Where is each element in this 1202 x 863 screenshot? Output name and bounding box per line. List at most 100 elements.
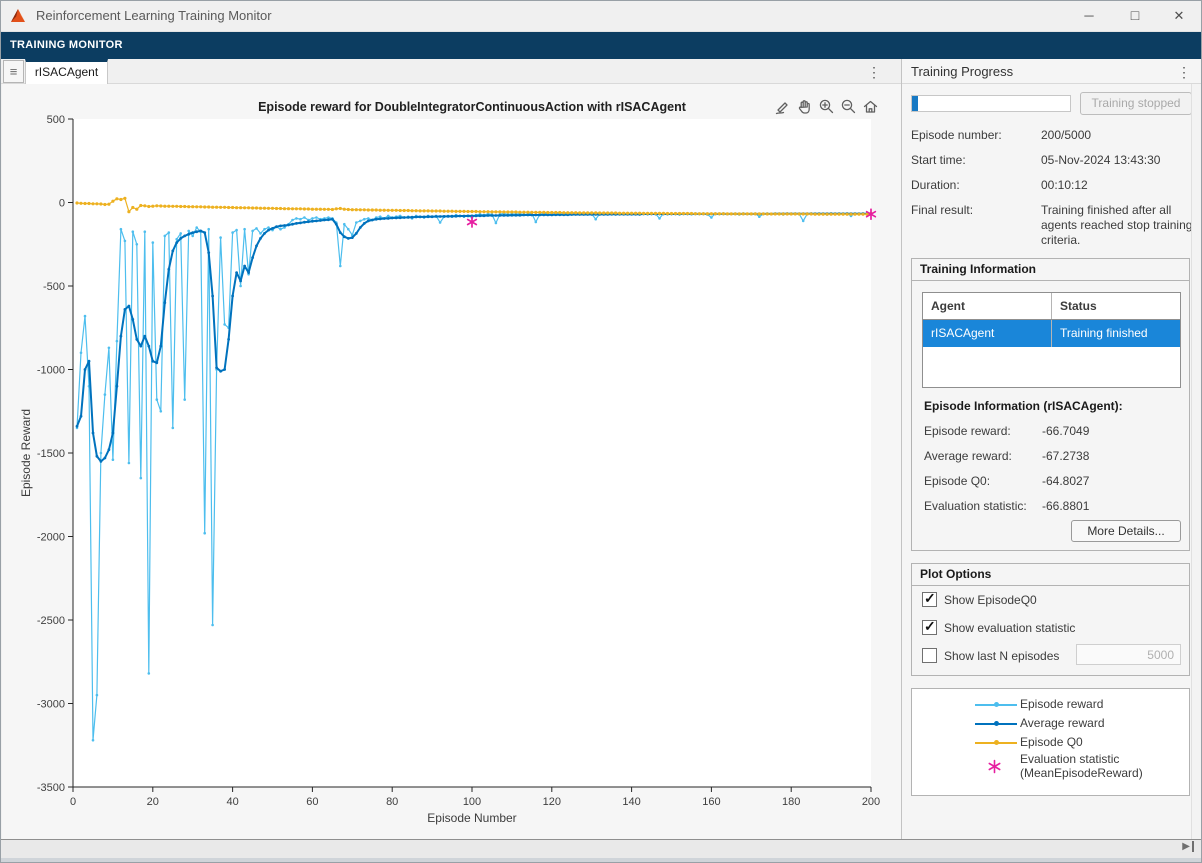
show-evaluation-statistic-label: Show evaluation statistic	[944, 621, 1075, 635]
pan-icon[interactable]	[795, 96, 814, 116]
svg-text:180: 180	[782, 796, 800, 808]
zoom-in-icon[interactable]	[817, 96, 836, 116]
episode-information-title: Episode Information (rISACAgent):	[924, 399, 1123, 413]
panel-scrollbar[interactable]	[1191, 84, 1202, 839]
start-time-label: Start time:	[911, 153, 1037, 167]
document-actions-kebab-icon[interactable]: ⋮	[865, 61, 883, 83]
close-button[interactable]: ✕	[1162, 0, 1196, 31]
legend-label: Episode Q0	[1020, 735, 1083, 749]
svg-text:60: 60	[306, 796, 318, 808]
ribbon-tab-training-monitor[interactable]: TRAINING MONITOR	[10, 32, 123, 59]
tab-label: rISACAgent	[35, 65, 98, 79]
legend-item-episode-reward: Episode reward	[912, 697, 1189, 713]
svg-text:120: 120	[543, 796, 561, 808]
minimize-button[interactable]: ─	[1072, 0, 1106, 31]
home-icon[interactable]	[861, 96, 880, 116]
training-information-title: Training Information	[912, 259, 1189, 281]
show-episodeq0-label: Show EpisodeQ0	[944, 593, 1037, 607]
episode-q0-label: Episode Q0:	[924, 474, 990, 488]
episode-q0-value: -64.8027	[1042, 474, 1089, 488]
svg-text:Episode reward for DoubleInteg: Episode reward for DoubleIntegratorConti…	[258, 100, 687, 114]
legend-box: Episode reward Average reward Episode Q0…	[911, 688, 1190, 796]
status-bar	[0, 839, 1202, 858]
svg-text:-1500: -1500	[37, 448, 65, 460]
document-tab-strip: ≡ rISACAgent ⋮	[0, 59, 901, 84]
show-evaluation-statistic-checkbox[interactable]	[922, 620, 937, 635]
panel-menu-kebab-icon[interactable]: ⋮	[1176, 61, 1192, 83]
zoom-out-icon[interactable]	[839, 96, 858, 116]
svg-text:0: 0	[70, 796, 76, 808]
expand-panel-icon[interactable]: ▶	[1182, 841, 1194, 852]
agent-cell[interactable]: rISACAgent	[923, 320, 1052, 347]
agent-status-table: Agent Status rISACAgent Training finishe…	[922, 292, 1181, 388]
legend-label: Average reward	[1020, 716, 1105, 730]
agent-column-header[interactable]: Agent	[923, 293, 1052, 319]
episode-reward-line-swatch	[975, 704, 1017, 706]
svg-text:-3000: -3000	[37, 699, 65, 711]
training-progress-panel: Training Progress ⋮ Training stopped Epi…	[901, 59, 1202, 839]
svg-text:-500: -500	[43, 281, 65, 293]
marker-dot	[994, 740, 999, 745]
panel-title: Training Progress	[911, 64, 1013, 79]
tab-list-icon[interactable]: ≡	[3, 60, 24, 83]
episode-reward-label: Episode reward:	[924, 424, 1011, 438]
training-information-section: Training Information Agent Status rISACA…	[911, 258, 1190, 551]
svg-text:-2500: -2500	[37, 615, 65, 627]
title-bar: Reinforcement Learning Training Monitor …	[0, 0, 1202, 32]
svg-text:Episode Number: Episode Number	[427, 811, 516, 825]
duration-label: Duration:	[911, 178, 1037, 192]
table-header-row: Agent Status	[923, 293, 1180, 320]
chart-panel: 500 0 -500 -1000 -1500 -2000 -2500 -3000 -3500 0 2…	[2, 84, 901, 839]
svg-text:40: 40	[226, 796, 238, 808]
svg-text:100: 100	[463, 796, 481, 808]
average-reward-value: -67.2738	[1042, 449, 1089, 463]
svg-text:160: 160	[702, 796, 720, 808]
svg-text:200: 200	[862, 796, 880, 808]
show-episodeq0-checkbox[interactable]	[922, 592, 937, 607]
training-progress-fill	[912, 96, 918, 111]
edit-plot-icon[interactable]	[773, 96, 792, 116]
svg-text:Episode Reward: Episode Reward	[19, 409, 33, 497]
matlab-logo-icon	[9, 6, 29, 26]
svg-text:-2000: -2000	[37, 532, 65, 544]
training-progress-bar	[911, 95, 1071, 112]
average-reward-label: Average reward:	[924, 449, 1012, 463]
evaluation-statistic-value: -66.8801	[1042, 499, 1089, 513]
svg-text:500: 500	[47, 114, 65, 126]
legend-item-average-reward: Average reward	[912, 716, 1189, 732]
app-window: Reinforcement Learning Training Monitor …	[0, 0, 1202, 863]
svg-text:-3500: -3500	[37, 782, 65, 794]
legend-label: Episode reward	[1020, 697, 1103, 711]
start-time-value: 05-Nov-2024 13:43:30	[1041, 153, 1196, 168]
bottom-edge-strip	[0, 858, 1202, 863]
tab-risacagent[interactable]: rISACAgent	[25, 59, 108, 85]
svg-text:20: 20	[147, 796, 159, 808]
episode-number-value: 200/5000	[1041, 128, 1196, 143]
final-result-label: Final result:	[911, 203, 1037, 217]
episode-q0-line-swatch	[975, 742, 1017, 744]
show-last-n-episodes-checkbox[interactable]	[922, 648, 937, 663]
svg-text:80: 80	[386, 796, 398, 808]
evaluation-statistic-label: Evaluation statistic:	[924, 499, 1027, 513]
marker-dot	[994, 721, 999, 726]
plot-options-title: Plot Options	[912, 564, 1189, 586]
last-n-episodes-input[interactable]	[1076, 644, 1181, 665]
ribbon-bar: TRAINING MONITOR	[0, 32, 1202, 59]
training-stopped-button[interactable]: Training stopped	[1080, 92, 1192, 115]
panel-header: Training Progress ⋮	[902, 59, 1202, 84]
legend-item-episode-q0: Episode Q0	[912, 735, 1189, 751]
plot-options-section: Plot Options Show EpisodeQ0 Show evaluat…	[911, 563, 1190, 676]
svg-text:-1000: -1000	[37, 365, 65, 377]
episode-reward-value: -66.7049	[1042, 424, 1089, 438]
svg-text:0: 0	[59, 198, 65, 210]
maximize-button[interactable]: □	[1118, 0, 1152, 31]
status-column-header[interactable]: Status	[1052, 293, 1180, 319]
duration-value: 00:10:12	[1041, 178, 1196, 193]
status-cell[interactable]: Training finished	[1052, 320, 1180, 347]
legend-evaluation-statistic-label: Evaluation statistic (MeanEpisodeReward)	[1020, 752, 1143, 780]
axes-toolbar	[773, 96, 880, 116]
average-reward-line-swatch	[975, 723, 1017, 725]
table-row[interactable]: rISACAgent Training finished	[923, 320, 1180, 347]
more-details-button[interactable]: More Details...	[1071, 520, 1181, 542]
episode-number-label: Episode number:	[911, 128, 1037, 142]
